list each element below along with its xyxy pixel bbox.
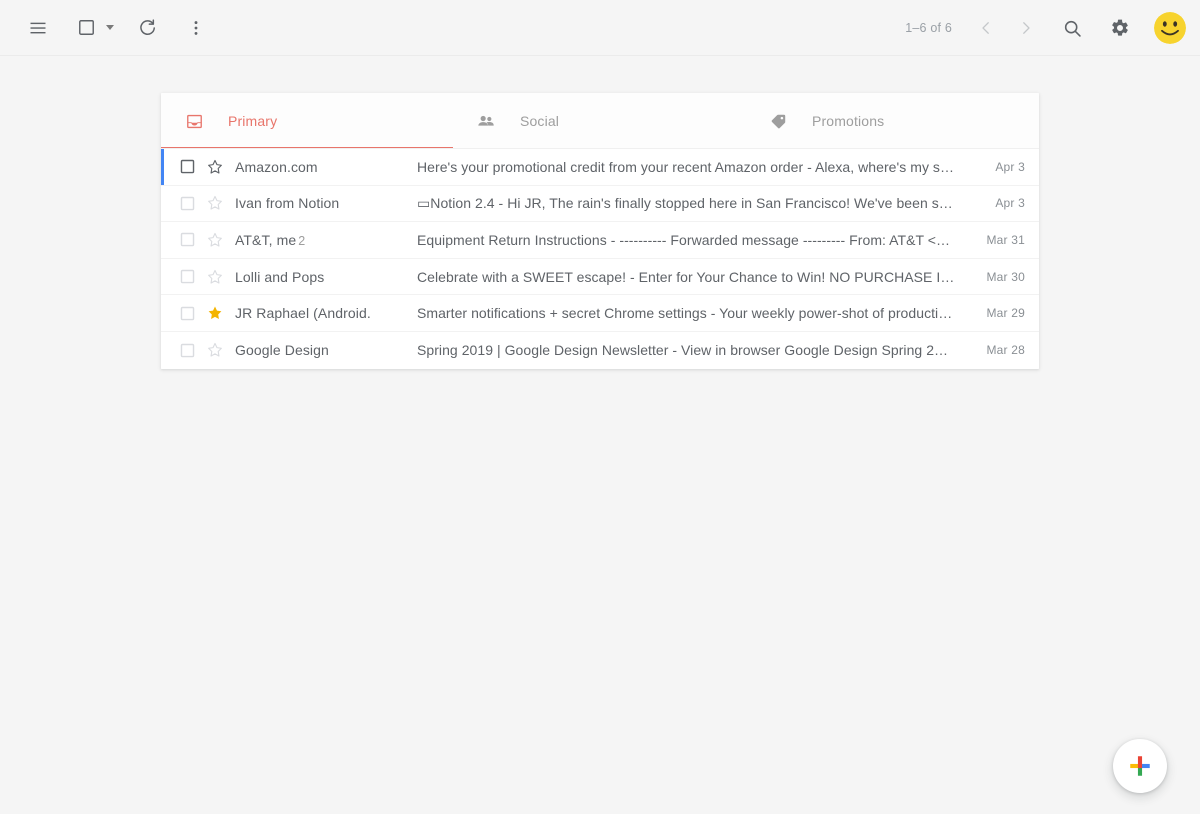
row-subject: Celebrate with a SWEET escape! - Enter f…	[417, 268, 973, 285]
row-sender: Amazon.com	[235, 159, 417, 175]
row-sender-name: JR Raphael (Android.	[235, 305, 371, 322]
star-toggle[interactable]	[205, 340, 225, 360]
next-page-button[interactable]	[1006, 8, 1046, 48]
caret-down-icon	[106, 25, 114, 30]
chevron-left-icon	[982, 22, 989, 34]
gear-icon	[1112, 19, 1128, 36]
prev-page-button[interactable]	[966, 8, 1006, 48]
row-subject: ▭Notion 2.4 - Hi JR, The rain's finally …	[417, 194, 973, 211]
star-outline-icon	[208, 232, 222, 247]
people-icon	[476, 111, 496, 131]
inbox-tabs: Primary Social Promotions	[161, 93, 1039, 149]
checkbox-unchecked-icon	[180, 233, 194, 247]
page-range-count: 1–6 of 6	[905, 21, 952, 35]
row-checkbox[interactable]	[177, 267, 197, 287]
row-date: Mar 28	[986, 343, 1025, 358]
row-checkbox[interactable]	[177, 230, 197, 250]
row-sender: JR Raphael (Android.	[235, 305, 417, 321]
row-sender-name: Amazon.com	[235, 158, 318, 175]
row-checkbox[interactable]	[177, 193, 197, 213]
row-date: Mar 29	[986, 306, 1025, 321]
star-toggle[interactable]	[205, 230, 225, 250]
row-checkbox[interactable]	[177, 340, 197, 360]
more-vertical-icon[interactable]	[172, 4, 220, 52]
toolbar-left-group	[0, 4, 220, 52]
row-sender: Google Design	[235, 342, 417, 358]
chevron-right-icon	[1023, 22, 1030, 34]
page-stage: Primary Social Promotions Amazon.com Her…	[0, 56, 1200, 814]
compose-button[interactable]	[1113, 739, 1167, 793]
table-row[interactable]: Ivan from Notion ▭Notion 2.4 - Hi JR, Th…	[161, 185, 1039, 223]
star-filled-icon	[208, 306, 222, 320]
toolbar-right-group: 1–6 of 6	[905, 0, 1186, 56]
table-row[interactable]: Lolli and Pops Celebrate with a SWEET es…	[161, 258, 1039, 296]
table-row[interactable]: Amazon.com Here's your promotional credi…	[161, 149, 1039, 186]
row-sender: Lolli and Pops	[235, 269, 417, 285]
row-sender-name: Lolli and Pops	[235, 268, 325, 285]
row-checkbox[interactable]	[177, 157, 197, 177]
table-row[interactable]: JR Raphael (Android. Smarter notificatio…	[161, 295, 1039, 332]
star-outline-icon	[208, 269, 222, 284]
checkbox-unchecked-icon	[180, 196, 194, 211]
table-row[interactable]: Google Design Spring 2019 | Google Desig…	[161, 331, 1039, 369]
star-outline-icon	[208, 159, 222, 174]
inbox-icon	[184, 111, 204, 131]
people-glyph	[478, 115, 494, 126]
avatar[interactable]	[1154, 12, 1186, 44]
star-toggle[interactable]	[205, 303, 225, 323]
hamburger-menu-icon[interactable]	[14, 4, 62, 52]
search-button[interactable]	[1050, 6, 1094, 50]
refresh-icon[interactable]	[124, 4, 172, 52]
mail-list-card: Primary Social Promotions Amazon.com Her…	[161, 93, 1039, 369]
star-toggle[interactable]	[205, 267, 225, 287]
checkbox-unchecked-icon	[180, 343, 194, 357]
row-sender: Ivan from Notion	[235, 195, 417, 211]
select-all-dropdown[interactable]	[62, 4, 124, 52]
google-plus-compose-icon	[1130, 756, 1150, 776]
row-date: Mar 31	[986, 232, 1025, 247]
checkbox-unchecked-glyph	[78, 20, 94, 35]
star-outline-icon	[208, 196, 222, 210]
tab-social[interactable]: Social	[453, 93, 745, 149]
more-vertical-glyph	[194, 20, 198, 35]
hamburger-menu-glyph	[30, 22, 46, 33]
top-toolbar: 1–6 of 6	[0, 0, 1200, 56]
table-row[interactable]: AT&T, me 2 Equipment Return Instructions …	[161, 222, 1039, 259]
row-subject: Here's your promotional credit from your…	[417, 158, 973, 175]
row-date: Mar 30	[986, 269, 1025, 284]
star-toggle[interactable]	[205, 193, 225, 213]
row-sender-name: Ivan from Notion	[235, 195, 340, 212]
row-sender: AT&T, me 2	[235, 232, 417, 248]
checkbox-unchecked-icon	[180, 160, 194, 174]
tag-icon	[768, 111, 788, 131]
row-subject: Equipment Return Instructions - --------…	[417, 231, 973, 248]
row-subject: Smarter notifications + secret Chrome se…	[417, 305, 973, 322]
tab-promotions-label: Promotions	[812, 113, 885, 129]
refresh-glyph	[140, 18, 155, 35]
row-thread-count: 2	[298, 233, 306, 248]
settings-button[interactable]	[1098, 6, 1142, 50]
star-toggle[interactable]	[205, 157, 225, 177]
tab-social-label: Social	[520, 113, 560, 129]
row-date: Apr 3	[995, 196, 1025, 211]
tab-promotions[interactable]: Promotions	[745, 93, 1037, 149]
row-date: Apr 3	[995, 159, 1025, 174]
checkbox-unchecked-icon	[180, 269, 194, 284]
row-subject: Spring 2019 | Google Design Newsletter -…	[417, 342, 973, 359]
search-icon	[1064, 20, 1081, 37]
tag-glyph	[771, 114, 785, 128]
row-checkbox[interactable]	[177, 303, 197, 323]
inbox-glyph	[186, 114, 202, 128]
row-sender-name: AT&T, me	[235, 231, 297, 248]
star-outline-icon	[208, 343, 222, 357]
tab-primary[interactable]: Primary	[161, 93, 453, 149]
checkbox-unchecked-icon	[180, 306, 194, 320]
tab-primary-label: Primary	[228, 113, 278, 129]
checkbox-unchecked-icon[interactable]	[62, 4, 110, 52]
row-sender-name: Google Design	[235, 342, 329, 359]
